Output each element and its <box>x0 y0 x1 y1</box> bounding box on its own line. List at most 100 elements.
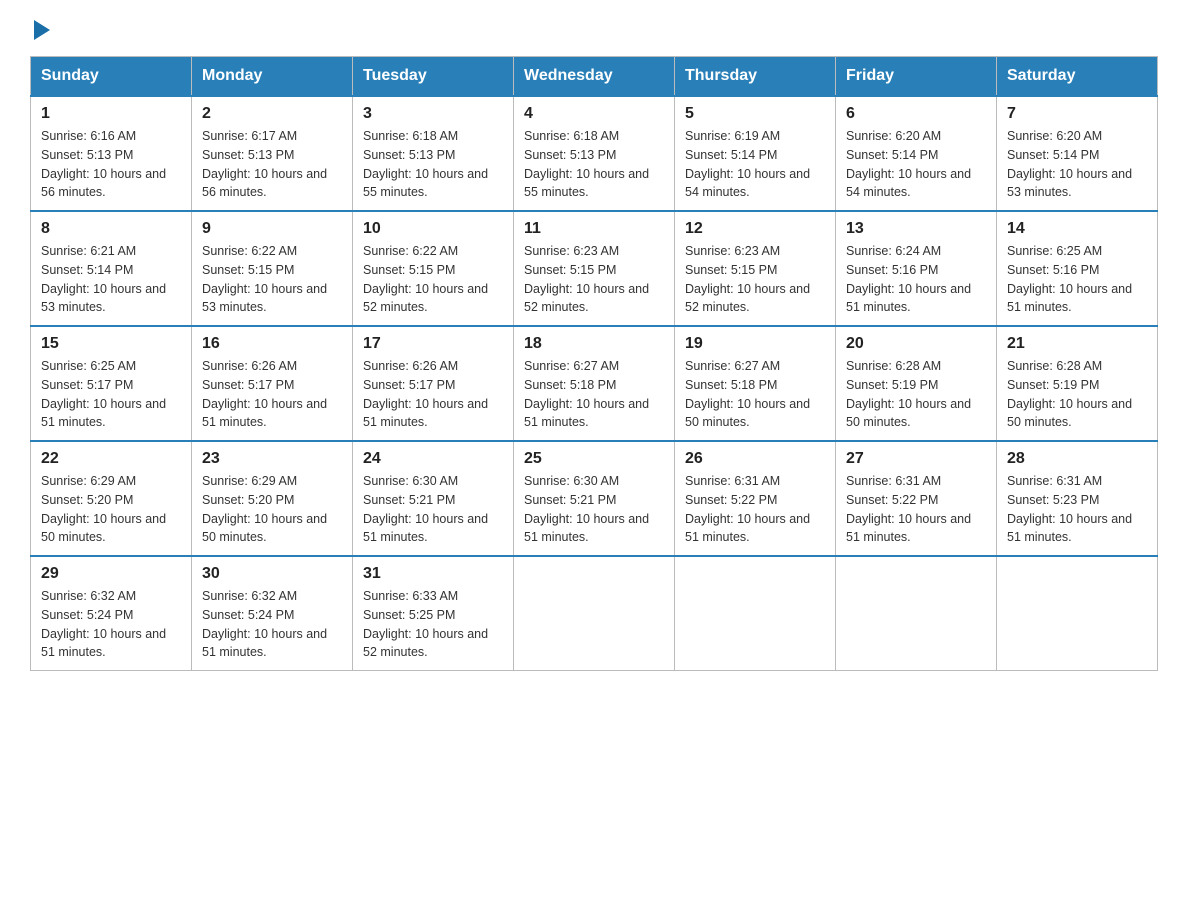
day-number: 16 <box>202 335 342 353</box>
calendar-day-cell: 21 Sunrise: 6:28 AM Sunset: 5:19 PM Dayl… <box>997 326 1158 441</box>
day-number: 13 <box>846 220 986 238</box>
day-number: 14 <box>1007 220 1147 238</box>
day-number: 31 <box>363 565 503 583</box>
day-info: Sunrise: 6:20 AM Sunset: 5:14 PM Dayligh… <box>846 127 986 202</box>
day-info: Sunrise: 6:30 AM Sunset: 5:21 PM Dayligh… <box>524 472 664 547</box>
day-info: Sunrise: 6:25 AM Sunset: 5:17 PM Dayligh… <box>41 357 181 432</box>
day-number: 18 <box>524 335 664 353</box>
day-number: 3 <box>363 105 503 123</box>
day-info: Sunrise: 6:25 AM Sunset: 5:16 PM Dayligh… <box>1007 242 1147 317</box>
calendar-day-cell: 30 Sunrise: 6:32 AM Sunset: 5:24 PM Dayl… <box>192 556 353 671</box>
day-info: Sunrise: 6:27 AM Sunset: 5:18 PM Dayligh… <box>685 357 825 432</box>
calendar-day-cell <box>836 556 997 671</box>
calendar-day-cell: 28 Sunrise: 6:31 AM Sunset: 5:23 PM Dayl… <box>997 441 1158 556</box>
calendar-table: SundayMondayTuesdayWednesdayThursdayFrid… <box>30 56 1158 671</box>
day-number: 12 <box>685 220 825 238</box>
day-info: Sunrise: 6:26 AM Sunset: 5:17 PM Dayligh… <box>363 357 503 432</box>
day-number: 17 <box>363 335 503 353</box>
calendar-day-header: Wednesday <box>514 57 675 97</box>
calendar-day-cell: 26 Sunrise: 6:31 AM Sunset: 5:22 PM Dayl… <box>675 441 836 556</box>
day-number: 25 <box>524 450 664 468</box>
calendar-day-cell: 23 Sunrise: 6:29 AM Sunset: 5:20 PM Dayl… <box>192 441 353 556</box>
day-info: Sunrise: 6:24 AM Sunset: 5:16 PM Dayligh… <box>846 242 986 317</box>
day-info: Sunrise: 6:18 AM Sunset: 5:13 PM Dayligh… <box>524 127 664 202</box>
calendar-day-cell: 22 Sunrise: 6:29 AM Sunset: 5:20 PM Dayl… <box>31 441 192 556</box>
day-number: 20 <box>846 335 986 353</box>
day-number: 21 <box>1007 335 1147 353</box>
day-info: Sunrise: 6:27 AM Sunset: 5:18 PM Dayligh… <box>524 357 664 432</box>
day-number: 29 <box>41 565 181 583</box>
calendar-day-header: Thursday <box>675 57 836 97</box>
day-info: Sunrise: 6:23 AM Sunset: 5:15 PM Dayligh… <box>685 242 825 317</box>
calendar-day-cell: 3 Sunrise: 6:18 AM Sunset: 5:13 PM Dayli… <box>353 96 514 211</box>
day-number: 5 <box>685 105 825 123</box>
day-number: 19 <box>685 335 825 353</box>
day-info: Sunrise: 6:21 AM Sunset: 5:14 PM Dayligh… <box>41 242 181 317</box>
day-number: 22 <box>41 450 181 468</box>
day-number: 30 <box>202 565 342 583</box>
day-number: 1 <box>41 105 181 123</box>
calendar-day-cell: 2 Sunrise: 6:17 AM Sunset: 5:13 PM Dayli… <box>192 96 353 211</box>
calendar-week-row: 1 Sunrise: 6:16 AM Sunset: 5:13 PM Dayli… <box>31 96 1158 211</box>
calendar-day-header: Sunday <box>31 57 192 97</box>
day-number: 23 <box>202 450 342 468</box>
day-info: Sunrise: 6:30 AM Sunset: 5:21 PM Dayligh… <box>363 472 503 547</box>
day-info: Sunrise: 6:22 AM Sunset: 5:15 PM Dayligh… <box>363 242 503 317</box>
calendar-day-cell: 12 Sunrise: 6:23 AM Sunset: 5:15 PM Dayl… <box>675 211 836 326</box>
calendar-week-row: 8 Sunrise: 6:21 AM Sunset: 5:14 PM Dayli… <box>31 211 1158 326</box>
calendar-week-row: 22 Sunrise: 6:29 AM Sunset: 5:20 PM Dayl… <box>31 441 1158 556</box>
calendar-day-cell: 10 Sunrise: 6:22 AM Sunset: 5:15 PM Dayl… <box>353 211 514 326</box>
calendar-week-row: 29 Sunrise: 6:32 AM Sunset: 5:24 PM Dayl… <box>31 556 1158 671</box>
calendar-day-cell <box>675 556 836 671</box>
day-number: 26 <box>685 450 825 468</box>
calendar-day-header: Friday <box>836 57 997 97</box>
day-number: 8 <box>41 220 181 238</box>
calendar-day-cell: 9 Sunrise: 6:22 AM Sunset: 5:15 PM Dayli… <box>192 211 353 326</box>
day-number: 11 <box>524 220 664 238</box>
calendar-day-cell: 24 Sunrise: 6:30 AM Sunset: 5:21 PM Dayl… <box>353 441 514 556</box>
calendar-day-cell: 5 Sunrise: 6:19 AM Sunset: 5:14 PM Dayli… <box>675 96 836 211</box>
day-number: 24 <box>363 450 503 468</box>
page-header <box>30 20 1158 36</box>
calendar-body: 1 Sunrise: 6:16 AM Sunset: 5:13 PM Dayli… <box>31 96 1158 671</box>
day-info: Sunrise: 6:31 AM Sunset: 5:22 PM Dayligh… <box>685 472 825 547</box>
calendar-week-row: 15 Sunrise: 6:25 AM Sunset: 5:17 PM Dayl… <box>31 326 1158 441</box>
day-info: Sunrise: 6:29 AM Sunset: 5:20 PM Dayligh… <box>202 472 342 547</box>
day-info: Sunrise: 6:16 AM Sunset: 5:13 PM Dayligh… <box>41 127 181 202</box>
calendar-day-cell: 7 Sunrise: 6:20 AM Sunset: 5:14 PM Dayli… <box>997 96 1158 211</box>
calendar-day-cell <box>514 556 675 671</box>
calendar-day-cell: 13 Sunrise: 6:24 AM Sunset: 5:16 PM Dayl… <box>836 211 997 326</box>
day-info: Sunrise: 6:31 AM Sunset: 5:23 PM Dayligh… <box>1007 472 1147 547</box>
calendar-day-cell: 18 Sunrise: 6:27 AM Sunset: 5:18 PM Dayl… <box>514 326 675 441</box>
day-number: 2 <box>202 105 342 123</box>
calendar-day-cell: 27 Sunrise: 6:31 AM Sunset: 5:22 PM Dayl… <box>836 441 997 556</box>
day-info: Sunrise: 6:18 AM Sunset: 5:13 PM Dayligh… <box>363 127 503 202</box>
calendar-day-cell: 14 Sunrise: 6:25 AM Sunset: 5:16 PM Dayl… <box>997 211 1158 326</box>
calendar-day-cell: 6 Sunrise: 6:20 AM Sunset: 5:14 PM Dayli… <box>836 96 997 211</box>
logo-arrow-icon <box>34 20 50 40</box>
calendar-day-cell: 4 Sunrise: 6:18 AM Sunset: 5:13 PM Dayli… <box>514 96 675 211</box>
day-info: Sunrise: 6:28 AM Sunset: 5:19 PM Dayligh… <box>1007 357 1147 432</box>
calendar-day-cell: 19 Sunrise: 6:27 AM Sunset: 5:18 PM Dayl… <box>675 326 836 441</box>
day-number: 15 <box>41 335 181 353</box>
calendar-day-cell: 8 Sunrise: 6:21 AM Sunset: 5:14 PM Dayli… <box>31 211 192 326</box>
day-info: Sunrise: 6:33 AM Sunset: 5:25 PM Dayligh… <box>363 587 503 662</box>
day-info: Sunrise: 6:22 AM Sunset: 5:15 PM Dayligh… <box>202 242 342 317</box>
calendar-day-cell: 25 Sunrise: 6:30 AM Sunset: 5:21 PM Dayl… <box>514 441 675 556</box>
calendar-day-cell: 17 Sunrise: 6:26 AM Sunset: 5:17 PM Dayl… <box>353 326 514 441</box>
day-info: Sunrise: 6:29 AM Sunset: 5:20 PM Dayligh… <box>41 472 181 547</box>
calendar-day-header: Tuesday <box>353 57 514 97</box>
day-info: Sunrise: 6:31 AM Sunset: 5:22 PM Dayligh… <box>846 472 986 547</box>
day-number: 27 <box>846 450 986 468</box>
day-number: 28 <box>1007 450 1147 468</box>
calendar-header: SundayMondayTuesdayWednesdayThursdayFrid… <box>31 57 1158 97</box>
day-info: Sunrise: 6:26 AM Sunset: 5:17 PM Dayligh… <box>202 357 342 432</box>
day-info: Sunrise: 6:17 AM Sunset: 5:13 PM Dayligh… <box>202 127 342 202</box>
day-info: Sunrise: 6:32 AM Sunset: 5:24 PM Dayligh… <box>41 587 181 662</box>
day-info: Sunrise: 6:23 AM Sunset: 5:15 PM Dayligh… <box>524 242 664 317</box>
calendar-day-cell: 20 Sunrise: 6:28 AM Sunset: 5:19 PM Dayl… <box>836 326 997 441</box>
calendar-day-cell: 15 Sunrise: 6:25 AM Sunset: 5:17 PM Dayl… <box>31 326 192 441</box>
day-info: Sunrise: 6:28 AM Sunset: 5:19 PM Dayligh… <box>846 357 986 432</box>
logo <box>30 20 50 36</box>
calendar-day-cell: 31 Sunrise: 6:33 AM Sunset: 5:25 PM Dayl… <box>353 556 514 671</box>
